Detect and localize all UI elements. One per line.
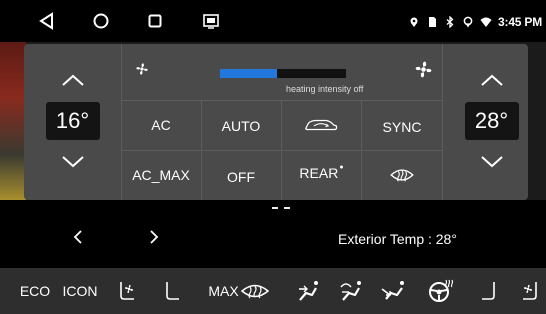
location-pin-icon xyxy=(410,17,418,27)
airflow-face-feet-button[interactable] xyxy=(334,268,368,314)
gps-icon xyxy=(463,16,473,28)
ac-button[interactable]: AC xyxy=(121,100,201,150)
seat-ventilation-left-button[interactable] xyxy=(110,268,144,314)
steering-heat-button[interactable] xyxy=(424,268,458,314)
recents-icon[interactable] xyxy=(144,10,166,32)
right-temp-down-button[interactable] xyxy=(479,154,505,170)
max-defrost-icon xyxy=(240,284,269,299)
heating-intensity-label: heating intensity off xyxy=(286,84,364,94)
left-temp-down-button[interactable] xyxy=(60,154,86,170)
chevron-right-icon xyxy=(150,230,159,244)
back-icon[interactable] xyxy=(36,10,58,32)
max-defrost-button[interactable]: MAX xyxy=(204,268,274,314)
front-defrost-button[interactable] xyxy=(361,150,443,200)
airflow-feet-button[interactable] xyxy=(376,268,410,314)
sync-button[interactable]: SYNC xyxy=(361,102,443,152)
rear-defrost-button[interactable]: REAR ● xyxy=(281,148,361,198)
icon-button[interactable]: ICON xyxy=(60,268,100,314)
heating-intensity-fill xyxy=(220,69,277,78)
wifi-icon xyxy=(480,17,492,27)
seat-ventilation-right-button[interactable] xyxy=(514,268,546,314)
status-indicators: 3:45 PM xyxy=(408,13,542,31)
ac-max-button[interactable]: AC_MAX xyxy=(121,150,201,200)
airflow-face-button[interactable] xyxy=(292,268,324,314)
screenshot-icon[interactable] xyxy=(200,10,222,32)
seat-right-icon xyxy=(482,282,495,300)
fan-speed-row: heating intensity off xyxy=(121,44,443,100)
climate-controls: heating intensity off AC AUTO SYNC AC_MA… xyxy=(121,44,443,200)
right-temp-up-button[interactable] xyxy=(479,72,505,88)
right-temp-display: 28° xyxy=(464,102,519,140)
auto-button[interactable]: AUTO xyxy=(201,101,281,151)
eco-button[interactable]: ECO xyxy=(14,268,56,314)
steering-heat-icon xyxy=(429,279,454,302)
seat-fan-right-icon xyxy=(523,282,537,300)
fan-large-icon xyxy=(415,61,432,78)
exterior-temp: Exterior Temp : 28° xyxy=(338,231,457,247)
previous-button[interactable] xyxy=(70,228,86,246)
windshield-defrost-icon xyxy=(390,169,414,182)
next-button[interactable] xyxy=(146,228,162,246)
seat-left-icon xyxy=(166,282,179,300)
left-temp-up-button[interactable] xyxy=(60,72,86,88)
airflow-face-icon xyxy=(299,281,318,301)
home-icon[interactable] xyxy=(90,10,112,32)
page-indicator xyxy=(272,207,290,209)
airflow-feet-icon xyxy=(381,281,404,300)
fan-decrease-button[interactable] xyxy=(133,60,153,80)
lock-icon: ● xyxy=(339,163,344,171)
off-button[interactable]: OFF xyxy=(201,152,281,202)
chevron-left-icon xyxy=(73,230,82,244)
bluetooth-icon xyxy=(446,16,454,28)
fan-increase-button[interactable] xyxy=(411,57,437,83)
left-temp-display: 16° xyxy=(45,102,100,140)
heating-intensity-bar[interactable] xyxy=(220,69,346,78)
airflow-face-feet-icon xyxy=(340,281,361,301)
status-bar: 3:45 PM xyxy=(0,0,546,42)
right-zone: 28° xyxy=(443,44,540,200)
fan-small-icon xyxy=(136,63,148,75)
left-zone: 16° xyxy=(24,44,121,200)
car-recirculation-icon xyxy=(304,119,338,131)
recirculation-button[interactable] xyxy=(281,100,361,150)
seat-heat-right-button[interactable] xyxy=(474,268,506,314)
seat-heat-left-button[interactable] xyxy=(154,268,188,314)
clock: 3:45 PM xyxy=(498,15,542,29)
seat-fan-left-icon xyxy=(120,282,134,300)
sim-card-icon xyxy=(429,17,437,27)
